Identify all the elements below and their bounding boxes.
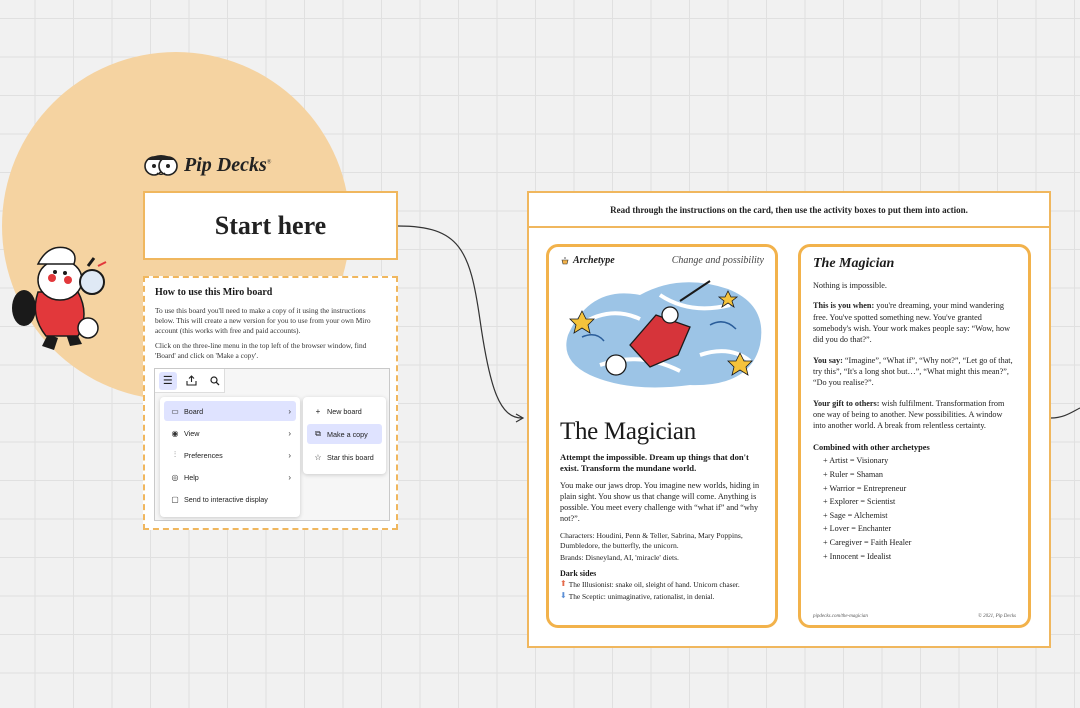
dark-side-illusionist: ⬆ The Illusionist: snake oil, sleight of… (560, 579, 740, 589)
magician-card-front: Archetype Change and possibility The Mag… (546, 244, 778, 628)
menu-item-view[interactable]: ◉ View › (164, 423, 296, 443)
magician-illustration (566, 280, 762, 388)
search-icon[interactable] (206, 372, 224, 390)
list-item: + Caregiver = Faith Healer (823, 538, 912, 548)
frame-header: Read through the instructions on the car… (529, 193, 1049, 228)
board-icon: ▭ (171, 406, 179, 416)
miro-toolbar: ☰ (155, 369, 225, 393)
upload-icon[interactable] (183, 372, 201, 390)
card-back-intro: Nothing is impossible. (813, 281, 887, 290)
connector-arrow (397, 225, 523, 419)
howto-panel: How to use this Miro board To use this b… (143, 276, 398, 530)
start-here-box[interactable]: Start here (143, 191, 398, 260)
card-back-title: The Magician (813, 256, 895, 271)
lamp-icon (561, 256, 569, 264)
archetype-label: Archetype (560, 255, 615, 266)
miro-screenshot: ☰ ▭ Board › ◉ View › ⫶ Preferences › ◎ H… (154, 368, 390, 521)
submenu-new-board[interactable]: + New board (307, 401, 382, 421)
card-footer-copyright: © 2021, Pip Decks (978, 614, 1016, 619)
start-here-label: Start here (214, 210, 327, 240)
menu-item-help[interactable]: ◎ Help › (164, 467, 296, 487)
you-say: You say: “Imagine”, “What if”, “Why not?… (813, 355, 1013, 388)
list-item: + Innocent = Idealist (823, 551, 892, 561)
chevron-right-icon: › (288, 450, 291, 460)
menu-item-board[interactable]: ▭ Board › (164, 401, 296, 421)
arrow-up-icon: ⬆ (560, 579, 567, 589)
list-item: + Warrior = Entrepreneur (823, 483, 907, 493)
hamburger-menu-icon[interactable]: ☰ (159, 371, 177, 390)
list-item: + Sage = Alchemist (823, 510, 888, 520)
list-item: + Ruler = Shaman (823, 470, 883, 480)
your-gift: Your gift to others: wish fulfilment. Tr… (813, 398, 1005, 431)
card-tagline: Change and possibility (671, 255, 764, 266)
pip-decks-logo: Pip Decks® (143, 152, 271, 178)
card-brands: Brands: Disneyland, AI, 'miracle' diets. (560, 553, 679, 563)
chevron-right-icon: › (288, 406, 291, 416)
mascot-illustration (12, 246, 107, 350)
howto-title: How to use this Miro board (155, 287, 273, 298)
submenu-star-board[interactable]: ☆ Star this board (307, 447, 382, 467)
chevron-right-icon: › (288, 472, 291, 482)
list-item: + Lover = Enchanter (823, 524, 892, 534)
this-is-you-when: This is you when: you're dreaming, your … (813, 301, 1010, 345)
copy-icon: ⧉ (315, 429, 321, 438)
howto-paragraph-1: To use this board you'll need to make a … (155, 306, 371, 335)
miro-board-submenu: + New board ⧉ Make a copy ☆ Star this bo… (303, 397, 386, 474)
menu-item-send-display[interactable]: ▢ Send to interactive display (164, 489, 296, 509)
card-lead: Attempt the impossible. Dream up things … (560, 452, 749, 474)
globe-icon: ◎ (171, 472, 179, 482)
activity-frame: Read through the instructions on the car… (527, 191, 1051, 648)
arrow-down-icon: ⬇ (560, 591, 567, 601)
menu-item-preferences[interactable]: ⫶ Preferences › (164, 445, 296, 465)
dark-side-sceptic: ⬇ The Sceptic: unimaginative, rationalis… (560, 591, 715, 601)
combined-list: + Artist = Visionary + Ruler = Shaman + … (813, 454, 1016, 563)
card-footer: pipdecks.com/the-magician © 2021, Pip De… (813, 614, 1016, 619)
card-title: The Magician (560, 418, 696, 445)
list-item: + Explorer = Scientist (823, 497, 896, 507)
plus-icon: + (315, 406, 321, 416)
list-item: + Artist = Visionary (823, 456, 889, 466)
sliders-icon: ⫶ (174, 450, 176, 459)
star-icon: ☆ (314, 452, 322, 462)
connector-arrow-out (1050, 407, 1080, 419)
chevron-right-icon: › (288, 428, 291, 438)
howto-paragraph-2: Click on the three-line menu in the top … (155, 340, 367, 360)
magician-card-back: The Magician Nothing is impossible. This… (798, 244, 1031, 628)
miro-main-menu: ▭ Board › ◉ View › ⫶ Preferences › ◎ Hel… (160, 397, 300, 517)
dark-sides-heading: Dark sides (560, 569, 597, 579)
display-icon: ▢ (171, 494, 179, 504)
logo-text: Pip Decks® (184, 153, 272, 176)
card-body: You make our jaws drop. You imagine new … (560, 481, 760, 523)
card-footer-url: pipdecks.com/the-magician (813, 614, 868, 619)
card-characters: Characters: Houdini, Penn & Teller, Sabr… (560, 530, 743, 550)
submenu-make-copy[interactable]: ⧉ Make a copy (307, 424, 382, 444)
eye-icon: ◉ (171, 428, 179, 438)
combined-heading: Combined with other archetypes (813, 443, 930, 453)
logo-face-icon (144, 155, 178, 176)
